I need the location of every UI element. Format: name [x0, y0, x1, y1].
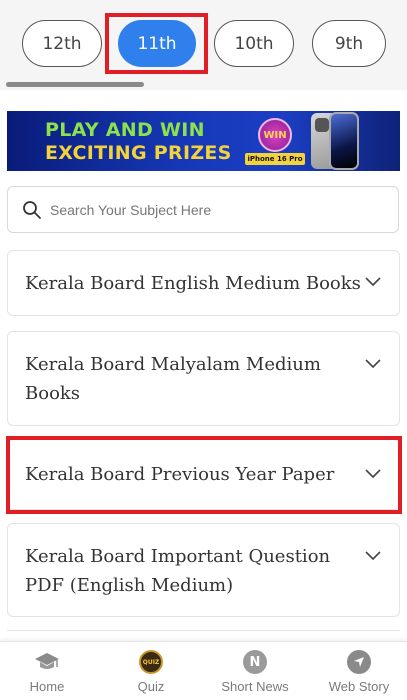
section-important-question-pdf[interactable]: Kerala Board Important Question PDF (Eng… [7, 523, 400, 617]
promo-banner[interactable]: PLAY AND WIN EXCITING PRIZES WIN iPhone … [7, 111, 400, 171]
search-input[interactable] [50, 197, 380, 223]
nav-home[interactable]: Home [17, 642, 77, 700]
product-tag: iPhone 16 Pro [245, 153, 305, 165]
section-label: Kerala Board Malyalam Medium Books [25, 354, 321, 404]
nav-label: Quiz [137, 679, 165, 694]
section-malyalam-medium-books[interactable]: Kerala Board Malyalam Medium Books [7, 331, 400, 426]
partial-section-divider [7, 630, 400, 638]
nav-label: Short News [221, 679, 289, 694]
nav-web-story[interactable]: Web Story [322, 642, 396, 700]
highlight-box-tab [105, 13, 208, 74]
class-tab-bar: 12th 11th 10th 9th [0, 0, 407, 90]
banner-subheadline: EXCITING PRIZES [45, 142, 232, 164]
section-label: Kerala Board Important Question PDF (Eng… [25, 546, 331, 596]
phone-front-image [329, 112, 359, 170]
subject-search-box [7, 186, 399, 233]
section-english-medium-books[interactable]: Kerala Board English Medium Books [7, 250, 400, 316]
highlight-box-section [6, 436, 402, 514]
graduation-cap-icon [35, 653, 59, 669]
nav-label: Web Story [328, 679, 390, 694]
chevron-down-icon[interactable] [365, 277, 381, 287]
chevron-down-icon[interactable] [365, 359, 381, 369]
tab-12th[interactable]: 12th [22, 20, 102, 67]
nav-label: Home [29, 679, 65, 694]
tab-9th[interactable]: 9th [312, 20, 386, 67]
horizontal-scrollbar[interactable] [6, 82, 144, 87]
chevron-down-icon[interactable] [365, 551, 381, 561]
tab-10th[interactable]: 10th [214, 20, 294, 67]
navigation-arrow-icon [347, 650, 371, 674]
win-badge: WIN [258, 118, 292, 152]
bottom-navigation: Home QUIZ Quiz N Short News Web Story [0, 641, 407, 700]
nav-short-news[interactable]: N Short News [212, 642, 298, 700]
quiz-icon: QUIZ [139, 650, 163, 674]
banner-headline: PLAY AND WIN [45, 119, 205, 141]
nav-quiz[interactable]: QUIZ Quiz [121, 642, 181, 700]
section-label: Kerala Board English Medium Books [25, 273, 361, 294]
news-icon: N [243, 650, 267, 674]
search-icon [23, 201, 41, 219]
